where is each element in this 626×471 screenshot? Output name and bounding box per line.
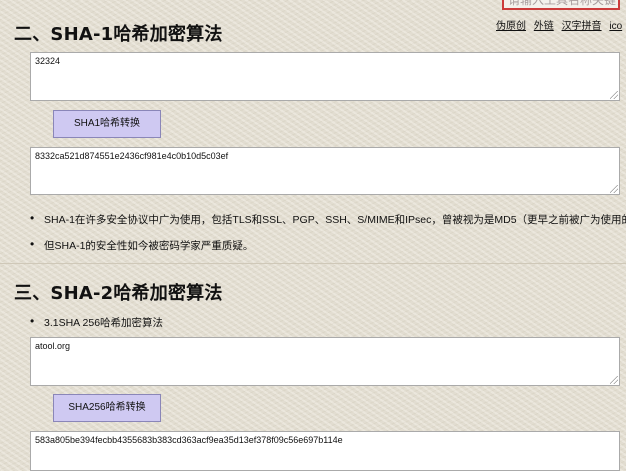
sha1-input-value: 32324 (35, 56, 61, 66)
sha256-convert-button[interactable]: SHA256哈希转换 (53, 394, 161, 422)
list-item: 3.1SHA 256哈希加密算法 (30, 314, 163, 330)
sha1-output-field[interactable]: 8332ca521d874551e2436cf981e4c0b10d5c03ef (30, 147, 620, 195)
top-nav-links: 伪原创 外链 汉字拼音 ico pr (496, 17, 626, 32)
tool-search-input[interactable]: 请输入工具名称关键词 (502, 0, 620, 10)
sha256-output-field[interactable]: 583a805be394fecbb4355683b383cd363acf9ea3… (30, 431, 620, 471)
nav-link-backlinks[interactable]: 外链 (534, 21, 554, 32)
sha2-section-title: 三、SHA-2哈希加密算法 (14, 283, 223, 304)
sha1-convert-button[interactable]: SHA1哈希转换 (53, 110, 161, 138)
nav-link-ico[interactable]: ico (609, 21, 622, 32)
sha256-output-value: 583a805be394fecbb4355683b383cd363acf9ea3… (35, 435, 343, 445)
resize-grip-icon[interactable] (610, 91, 618, 99)
list-item: 但SHA-1的安全性如今被密码学家严重质疑。 (30, 237, 253, 253)
sha1-section-title: 二、SHA-1哈希加密算法 (14, 24, 223, 45)
list-item: SHA-1在许多安全协议中广为使用，包括TLS和SSL、PGP、SSH、S/MI… (30, 211, 626, 227)
sha256-input-value: atool.org (35, 341, 71, 351)
resize-grip-icon[interactable] (610, 376, 618, 384)
sha256-input-field[interactable]: atool.org (30, 337, 620, 386)
sha1-input-field[interactable]: 32324 (30, 52, 620, 101)
nav-link-pinyin[interactable]: 汉字拼音 (562, 21, 602, 32)
sha1-output-value: 8332ca521d874551e2436cf981e4c0b10d5c03ef (35, 151, 229, 161)
resize-grip-icon[interactable] (610, 185, 618, 193)
nav-link-pseudo-original[interactable]: 伪原创 (496, 21, 526, 32)
section-divider (0, 263, 626, 264)
